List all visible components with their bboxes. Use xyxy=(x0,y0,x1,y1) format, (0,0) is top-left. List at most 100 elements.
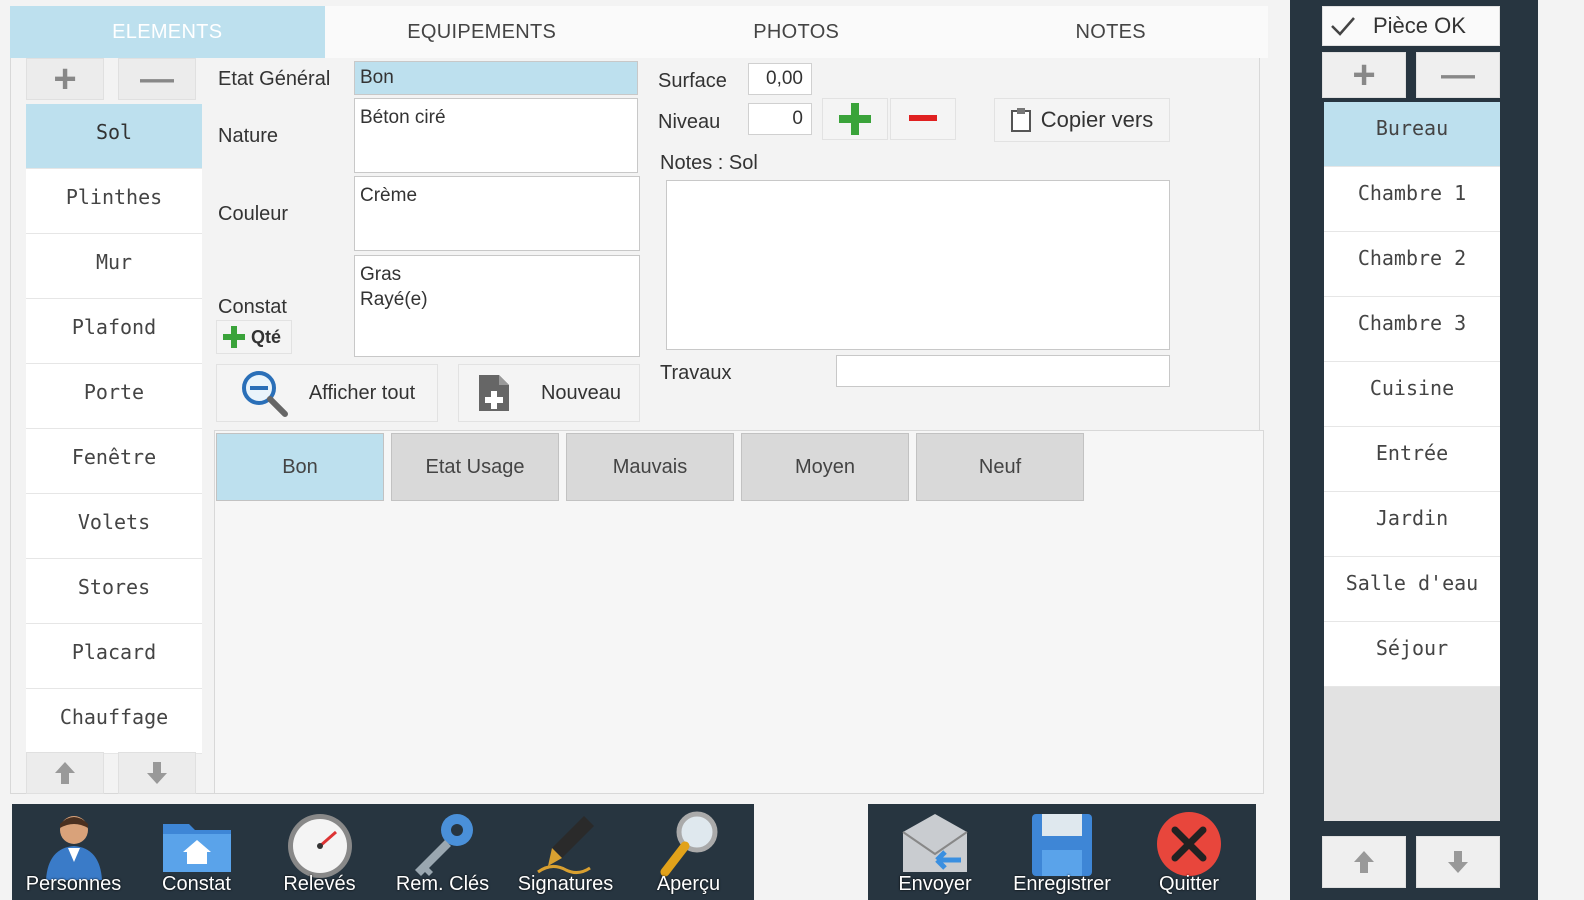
nature-label: Nature xyxy=(218,125,279,147)
afficher-tout-button[interactable]: Afficher tout xyxy=(216,364,438,422)
room-move-down-button[interactable] xyxy=(1416,836,1500,888)
room-item-cuisine[interactable]: Cuisine xyxy=(1324,362,1500,427)
niveau-label: Niveau xyxy=(658,111,721,133)
notes-field[interactable] xyxy=(666,180,1170,350)
bottom-toolbar-right: Envoyer Enregistrer Quitter xyxy=(868,804,1256,900)
tab-bar: ELEMENTS EQUIPEMENTS PHOTOS NOTES xyxy=(10,6,1268,58)
key-icon xyxy=(414,814,473,876)
notes-label: Notes : Sol xyxy=(660,152,758,174)
qte-label: Qté xyxy=(251,326,282,347)
element-item-mur[interactable]: Mur xyxy=(26,234,202,299)
close-icon xyxy=(1157,812,1221,876)
personnes-button[interactable]: Personnes xyxy=(12,804,135,900)
arrow-up-icon xyxy=(1354,851,1374,873)
element-item-stores[interactable]: Stores xyxy=(26,559,202,624)
tab-notes[interactable]: NOTES xyxy=(954,6,1269,58)
arrow-down-icon xyxy=(147,762,167,784)
travaux-field[interactable] xyxy=(836,355,1170,387)
element-item-porte[interactable]: Porte xyxy=(26,364,202,429)
element-item-sol[interactable]: Sol xyxy=(26,104,202,169)
constat-label: Constat xyxy=(218,296,287,318)
constat-line: Gras xyxy=(360,264,402,285)
couleur-field[interactable]: Crème xyxy=(354,176,640,251)
room-item-sejour[interactable]: Séjour xyxy=(1324,622,1500,687)
room-item-chambre-1[interactable]: Chambre 1 xyxy=(1324,167,1500,232)
rem-cles-button[interactable]: Rem. Clés xyxy=(381,804,504,900)
add-quantity-button[interactable]: Qté xyxy=(216,320,292,354)
piece-ok-button[interactable]: Pièce OK xyxy=(1322,6,1500,46)
person-icon xyxy=(45,816,102,880)
tab-equipements[interactable]: EQUIPEMENTS xyxy=(325,6,640,58)
floppy-icon xyxy=(1032,814,1092,876)
copier-vers-button[interactable]: Copier vers xyxy=(994,98,1170,142)
gauge-icon xyxy=(287,814,352,878)
etat-option-etat-usage[interactable]: Etat Usage xyxy=(391,433,559,501)
quitter-label: Quitter xyxy=(1158,873,1220,895)
nature-field[interactable]: Béton ciré xyxy=(354,98,638,173)
travaux-label: Travaux xyxy=(660,362,732,384)
element-item-placard[interactable]: Placard xyxy=(26,624,202,689)
add-element-button[interactable]: + xyxy=(26,58,104,100)
tab-elements[interactable]: ELEMENTS xyxy=(10,6,325,58)
etat-general-label: Etat Général xyxy=(218,68,331,90)
niveau-decrease-button[interactable] xyxy=(890,98,956,140)
niveau-field[interactable]: 0 xyxy=(748,103,812,135)
quitter-button[interactable]: Quitter xyxy=(1128,804,1251,900)
rem-cles-label: Rem. Clés xyxy=(395,873,490,895)
apercu-button[interactable]: Aperçu xyxy=(627,804,750,900)
constat-field[interactable]: Gras Rayé(e) xyxy=(354,255,640,357)
element-item-plinthes[interactable]: Plinthes xyxy=(26,169,202,234)
envoyer-label: Envoyer xyxy=(898,873,972,895)
zoom-out-icon xyxy=(241,371,288,417)
niveau-increase-button[interactable] xyxy=(822,98,888,140)
room-item-entree[interactable]: Entrée xyxy=(1324,427,1500,492)
etat-general-field[interactable]: Bon xyxy=(354,61,638,95)
signatures-label: Signatures xyxy=(517,873,614,895)
constat-button[interactable]: Constat xyxy=(135,804,258,900)
constat-line: Rayé(e) xyxy=(360,289,428,310)
room-item-chambre-2[interactable]: Chambre 2 xyxy=(1324,232,1500,297)
element-item-volets[interactable]: Volets xyxy=(26,494,202,559)
arrow-down-icon xyxy=(1448,851,1468,873)
minus-icon: — xyxy=(1441,56,1475,94)
plus-icon xyxy=(223,326,245,348)
move-up-button[interactable] xyxy=(26,752,104,794)
remove-room-button[interactable]: — xyxy=(1416,52,1500,98)
room-move-up-button[interactable] xyxy=(1322,836,1406,888)
bottom-toolbar-left: Personnes Constat Relevés Rem. Clés Sign… xyxy=(12,804,754,900)
enregistrer-button[interactable]: Enregistrer xyxy=(1001,804,1124,900)
room-item-salle-d-eau[interactable]: Salle d'eau xyxy=(1324,557,1500,622)
check-icon xyxy=(1331,17,1355,36)
tab-photos[interactable]: PHOTOS xyxy=(639,6,954,58)
etat-option-moyen[interactable]: Moyen xyxy=(741,433,909,501)
enregistrer-label: Enregistrer xyxy=(1013,873,1111,895)
envoyer-button[interactable]: Envoyer xyxy=(874,804,997,900)
room-item-bureau[interactable]: Bureau xyxy=(1324,102,1500,167)
etat-option-neuf[interactable]: Neuf xyxy=(916,433,1084,501)
etat-option-mauvais[interactable]: Mauvais xyxy=(566,433,734,501)
room-item-jardin[interactable]: Jardin xyxy=(1324,492,1500,557)
copier-vers-label: Copier vers xyxy=(1040,107,1154,132)
add-room-button[interactable]: + xyxy=(1322,52,1406,98)
surface-field[interactable]: 0,00 xyxy=(748,63,812,95)
couleur-label: Couleur xyxy=(218,203,289,225)
nouveau-button[interactable]: Nouveau xyxy=(458,364,640,422)
element-list: Sol Plinthes Mur Plafond Porte Fenêtre V… xyxy=(26,104,202,754)
constat-label: Constat xyxy=(162,873,231,895)
envelope-icon xyxy=(902,814,968,872)
element-item-plafond[interactable]: Plafond xyxy=(26,299,202,364)
plus-icon: + xyxy=(1352,53,1376,97)
new-document-icon xyxy=(478,375,509,411)
remove-element-button[interactable]: — xyxy=(118,58,196,100)
room-list: Bureau Chambre 1 Chambre 2 Chambre 3 Cui… xyxy=(1324,102,1500,687)
element-item-fenetre[interactable]: Fenêtre xyxy=(26,429,202,494)
element-item-chauffage[interactable]: Chauffage xyxy=(26,689,202,754)
releves-button[interactable]: Relevés xyxy=(258,804,381,900)
apercu-label: Aperçu xyxy=(656,873,721,895)
piece-ok-label: Pièce OK xyxy=(1373,13,1466,38)
move-down-button[interactable] xyxy=(118,752,196,794)
room-item-chambre-3[interactable]: Chambre 3 xyxy=(1324,297,1500,362)
personnes-label: Personnes xyxy=(25,873,122,895)
signatures-button[interactable]: Signatures xyxy=(504,804,627,900)
etat-option-bon[interactable]: Bon xyxy=(216,433,384,501)
